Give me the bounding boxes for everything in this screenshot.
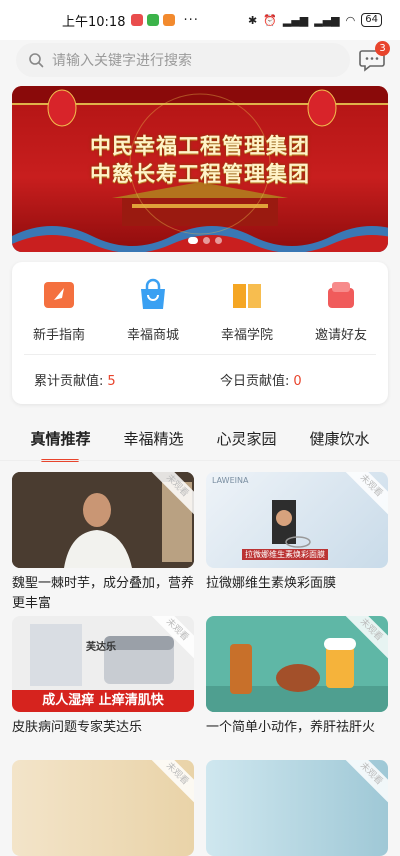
article-card[interactable]: 芙达乐 成人湿痒 止痒清肌快 未观看 皮肤病问题专家芙达乐: [12, 616, 194, 738]
today-contribution: 今日贡献值: 0: [220, 370, 302, 389]
wifi-icon: ◠: [345, 13, 356, 27]
pagination-dot-active: [188, 237, 198, 244]
article-thumbnail: 未观看: [206, 760, 388, 856]
search-icon: [29, 53, 44, 68]
gift-icon: [328, 282, 354, 308]
search-input[interactable]: 请输入关键字进行搜索: [16, 43, 350, 77]
banner-pagination: [188, 237, 222, 244]
unwatched-tag: 未观看: [340, 760, 388, 805]
bluetooth-icon: ✱: [247, 13, 258, 27]
article-card[interactable]: 未观看 一个简单小动作，养肝祛肝火: [206, 616, 388, 738]
menu-item-label: 邀请好友: [314, 328, 367, 343]
promo-banner[interactable]: 中民幸福工程管理集团 中慈长寿工程管理集团: [12, 86, 388, 252]
article-thumbnail: 芙达乐 成人湿痒 止痒清肌快 未观看: [12, 616, 194, 712]
signal-icon: ▂▄▆: [282, 13, 309, 27]
menu-item-guide[interactable]: 新手指南: [19, 278, 99, 343]
category-tabs: 真情推荐 幸福精选 心灵家园 健康饮水: [0, 420, 400, 460]
search-placeholder: 请输入关键字进行搜索: [52, 53, 192, 69]
total-contribution: 累计贡献值: 5: [34, 370, 116, 389]
menu-item-invite[interactable]: 邀请好友: [301, 278, 381, 343]
banner-title-line2: 中慈长寿工程管理集团: [90, 161, 310, 186]
status-bar: 上午10:18 ··· ✱ ⏰ ▂▄▆ ▂▄▆ ◠ 64: [0, 0, 400, 40]
promo-strip: 成人湿痒 止痒清肌快: [12, 690, 194, 712]
status-app-icons: [131, 14, 176, 26]
battery-icon: 64: [361, 13, 382, 27]
signal-icon: ▂▄▆: [314, 13, 340, 27]
article-title: 拉微娜维生素焕彩面膜: [206, 576, 337, 591]
article-thumbnail: LAWEINA 拉微娜维生素焕彩面膜 未观看: [206, 472, 388, 568]
shopping-bag-icon: [141, 278, 165, 309]
article-title: 魏聖一棘时芋，成分叠加，营养更丰富: [12, 576, 195, 611]
tabs-divider: [0, 460, 400, 461]
article-thumbnail: 未观看: [12, 760, 194, 856]
unwatched-tag: 未观看: [146, 760, 194, 805]
total-contribution-label: 累计贡献值:: [34, 374, 104, 389]
pagination-dot: [203, 237, 210, 244]
message-count-badge: 3: [375, 41, 390, 56]
menu-item-label: 新手指南: [32, 328, 85, 343]
article-title: 一个简单小动作，养肝祛肝火: [206, 720, 376, 735]
guide-icon: [44, 282, 74, 308]
today-contribution-label: 今日贡献值:: [220, 374, 290, 389]
app-notification-icon: [131, 14, 144, 26]
tab-spirit[interactable]: 心灵家园: [216, 420, 276, 460]
tab-selection[interactable]: 幸福精选: [123, 420, 183, 460]
messages-button[interactable]: 3: [358, 41, 390, 73]
article-title: 皮肤病问题专家芙达乐: [12, 720, 143, 735]
app-notification-icon: [163, 14, 176, 26]
article-card[interactable]: 未观看 魏聖一棘时芋，成分叠加，营养更丰富: [12, 472, 194, 614]
status-more: ···: [183, 12, 199, 28]
article-card[interactable]: LAWEINA 拉微娜维生素焕彩面膜 未观看 拉微娜维生素焕彩面膜: [206, 472, 388, 594]
menu-item-label: 幸福商城: [126, 328, 179, 343]
article-card[interactable]: 未观看: [12, 760, 194, 856]
today-contribution-value: 0: [293, 374, 302, 389]
quick-menu-card: 新手指南 幸福商城 幸福学院 邀请好友 累计贡献值: 5 今日贡献值: 0: [12, 262, 388, 404]
article-card[interactable]: 未观看: [206, 760, 388, 856]
alarm-icon: ⏰: [263, 13, 277, 27]
menu-item-label: 幸福学院: [220, 328, 273, 343]
menu-item-mall[interactable]: 幸福商城: [113, 278, 193, 343]
tab-recommend[interactable]: 真情推荐: [30, 420, 90, 460]
article-thumbnail: 未观看: [12, 472, 194, 568]
pagination-dot: [215, 237, 222, 244]
divider: [24, 354, 376, 355]
menu-item-academy[interactable]: 幸福学院: [207, 278, 287, 343]
app-notification-icon: [147, 14, 160, 26]
banner-title-line1: 中民幸福工程管理集团: [90, 133, 310, 158]
status-time: 上午10:18: [62, 14, 126, 30]
article-thumbnail: 未观看: [206, 616, 388, 712]
product-caption: 拉微娜维生素焕彩面膜: [242, 549, 328, 560]
tab-water[interactable]: 健康饮水: [309, 420, 369, 460]
total-contribution-value: 5: [107, 374, 116, 389]
product-name: 芙达乐: [86, 642, 116, 653]
book-icon: [233, 284, 261, 308]
